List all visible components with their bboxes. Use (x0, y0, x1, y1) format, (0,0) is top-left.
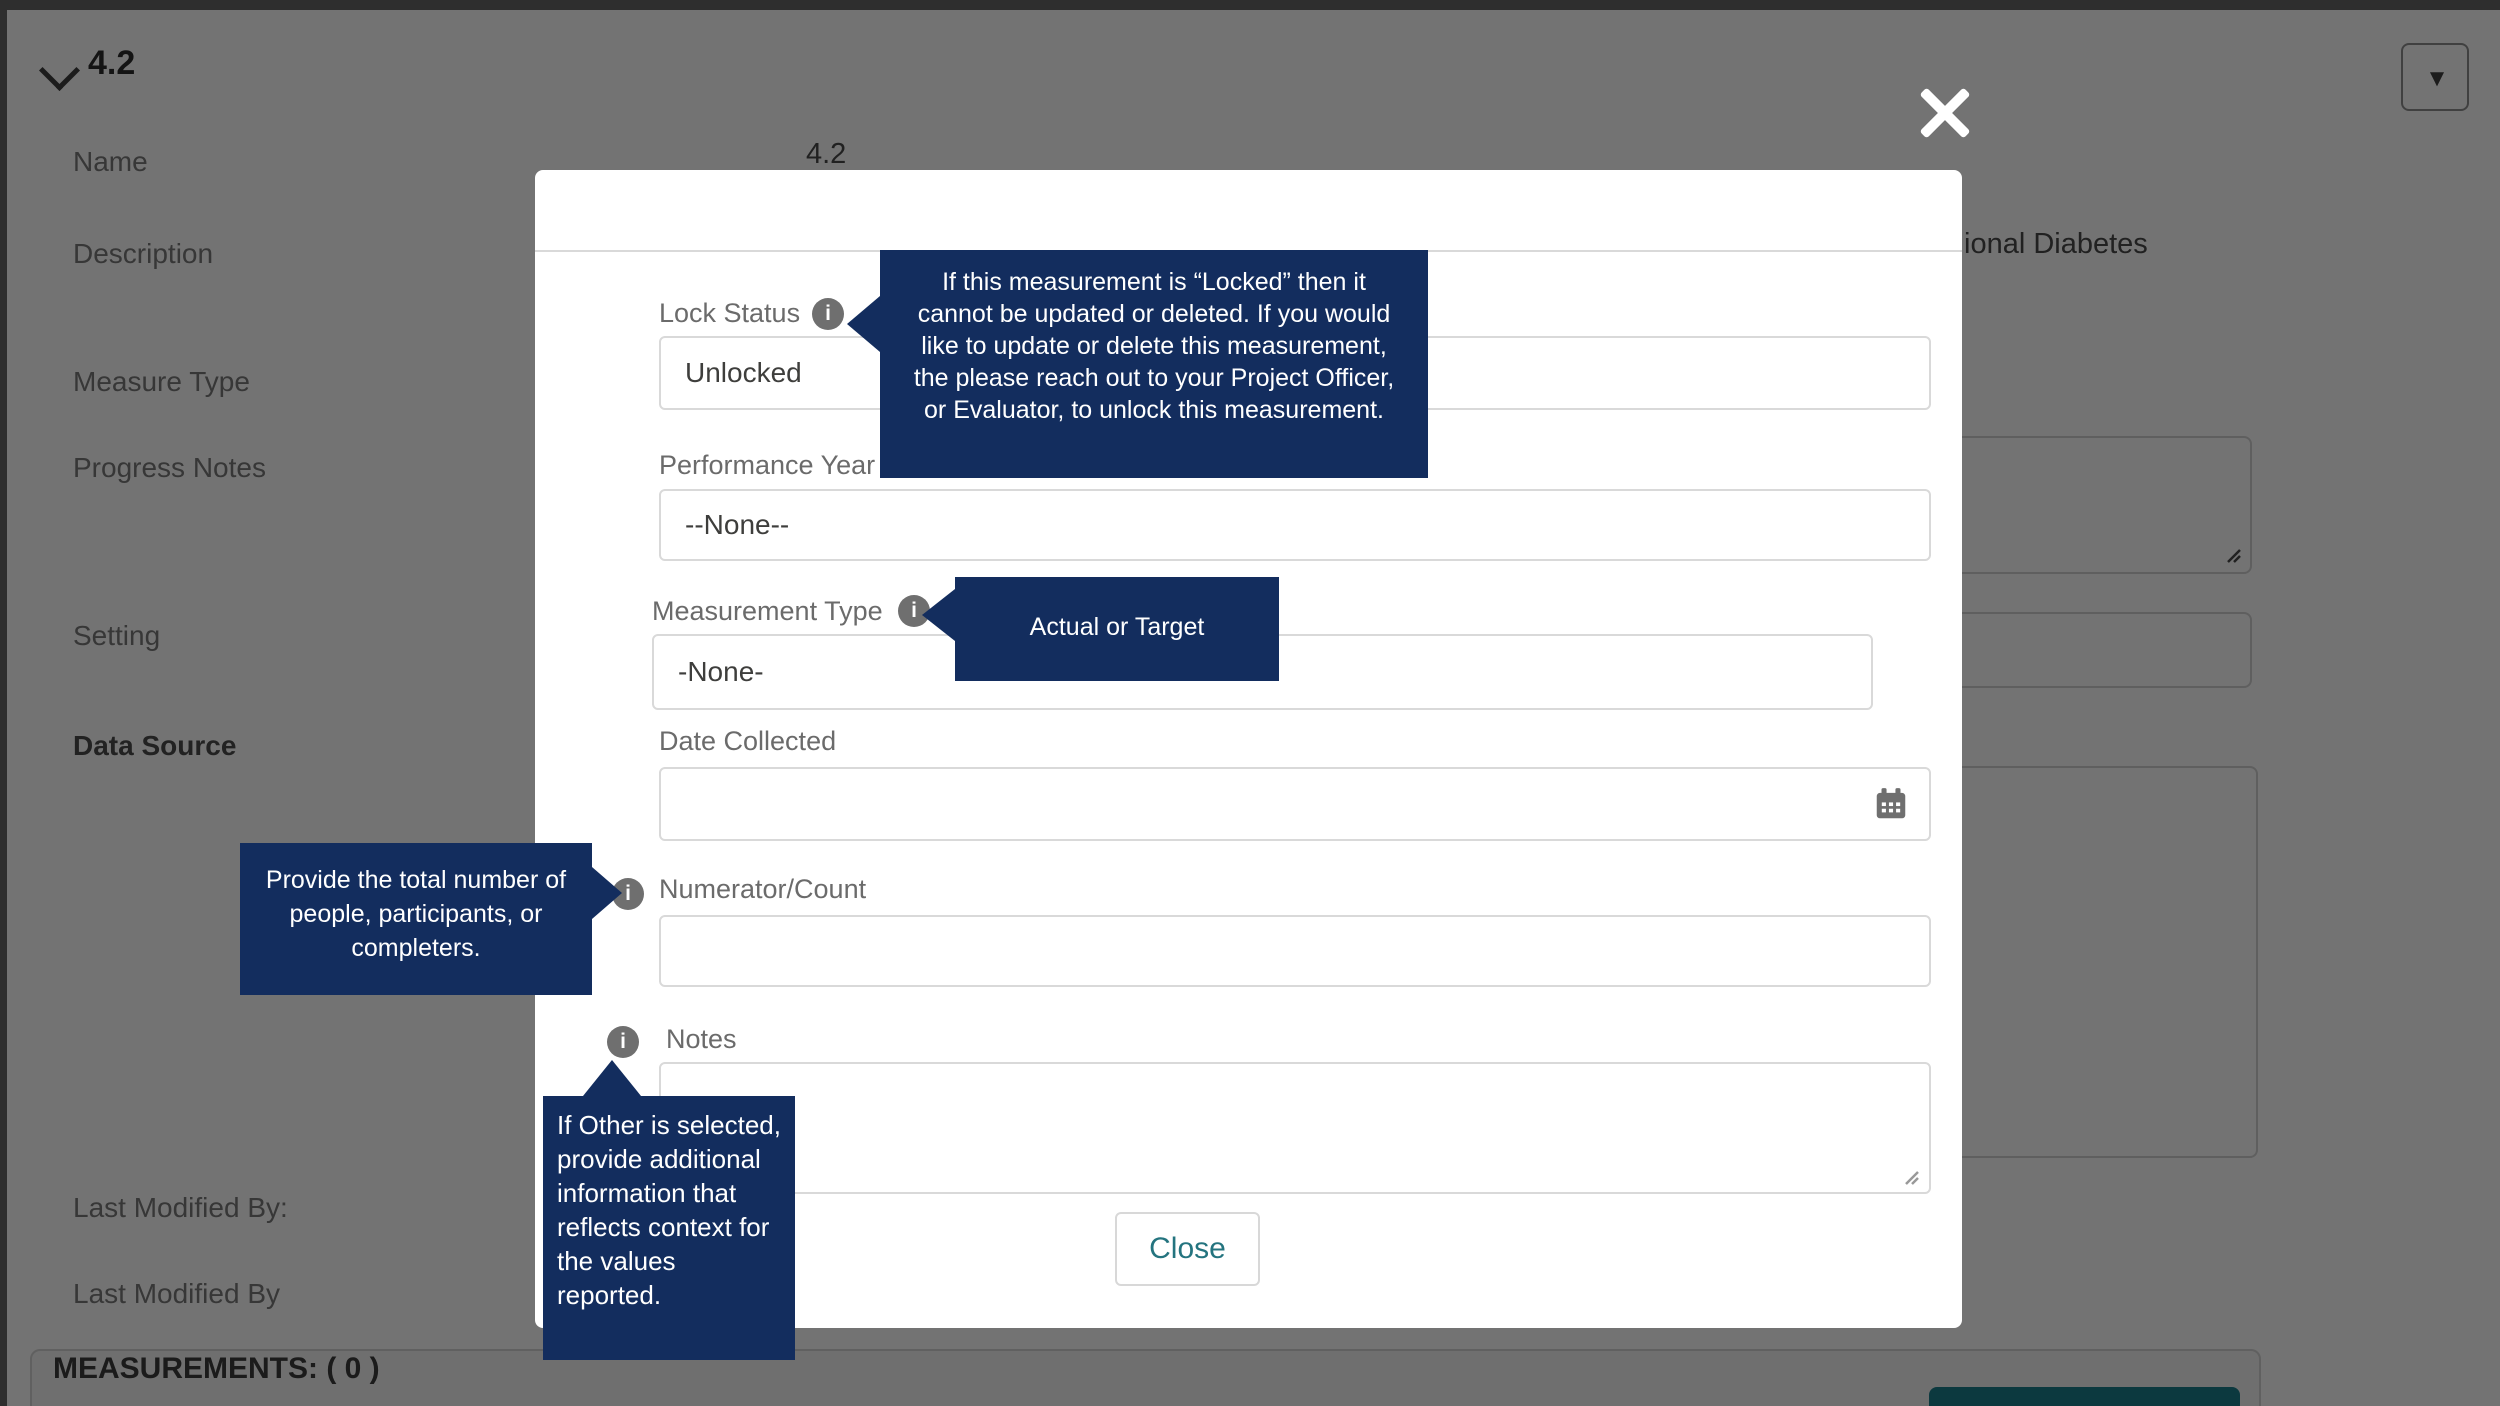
calendar-icon[interactable] (1872, 785, 1910, 823)
tooltip-arrow-left (847, 296, 880, 352)
measurement-type-label: Measurement Type (652, 596, 883, 626)
notes-textarea[interactable] (659, 1062, 1931, 1194)
date-collected-input[interactable] (659, 767, 1931, 841)
resize-handle-icon (1905, 1171, 1919, 1185)
info-glyph: i (911, 599, 917, 622)
info-glyph: i (620, 1030, 626, 1053)
tooltip-text: Provide the total number of people, part… (265, 866, 567, 962)
screen: 4.2 ▼ Name 4.2 Description ional Diabete… (0, 0, 2500, 1406)
notes-tooltip: If Other is selected, provide additional… (543, 1060, 795, 1360)
numerator-count-input[interactable] (659, 915, 1931, 987)
numerator-count-tooltip: Provide the total number of people, part… (240, 843, 622, 995)
performance-year-input[interactable] (659, 489, 1931, 561)
tooltip-arrow-up (583, 1060, 641, 1096)
tooltip-text: If this measurement is “Locked” then it … (913, 268, 1395, 424)
close-icon[interactable] (1918, 86, 1972, 140)
left-edge-strip (0, 0, 7, 1406)
lock-status-label: Lock Status (659, 298, 801, 328)
measurement-type-tooltip: Actual or Target (922, 577, 1279, 681)
numerator-count-label: Numerator/Count (659, 874, 867, 904)
tooltip-text: Actual or Target (1029, 613, 1205, 641)
lock-status-tooltip: If this measurement is “Locked” then it … (847, 250, 1428, 478)
performance-year-label: Performance Year (659, 450, 876, 480)
tooltip-arrow-right (592, 867, 622, 919)
close-button[interactable]: Close (1115, 1212, 1260, 1286)
info-glyph: i (625, 882, 631, 905)
date-collected-label: Date Collected (659, 726, 837, 756)
info-icon[interactable]: i (812, 298, 844, 330)
top-edge-strip (0, 0, 2500, 10)
info-glyph: i (825, 302, 831, 325)
notes-label: Notes (666, 1024, 737, 1054)
tooltip-arrow-left (922, 589, 955, 641)
tooltip-text: If Other is selected, provide additional… (557, 1110, 781, 1310)
info-icon[interactable]: i (607, 1026, 639, 1058)
